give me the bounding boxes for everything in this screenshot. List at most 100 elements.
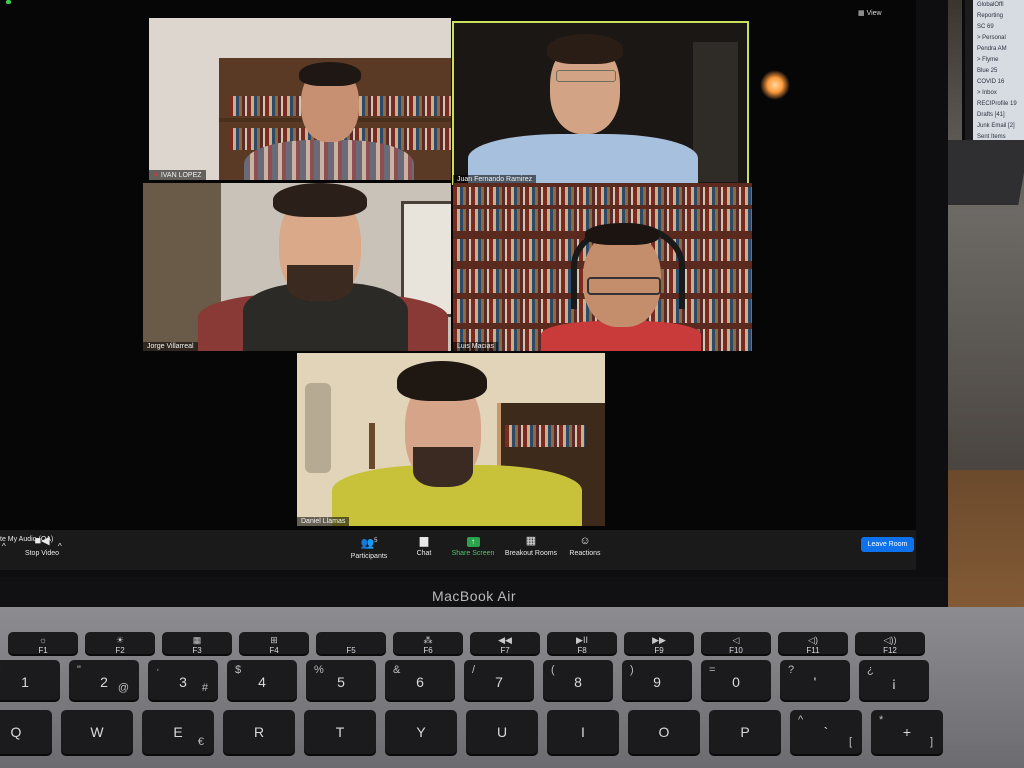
key-F11[interactable]: ◁) F11: [778, 632, 848, 655]
video-options-chevron-icon[interactable]: ^: [58, 542, 62, 551]
mail-folder-item: COVID 16: [977, 79, 1005, 85]
crucifix: [369, 423, 375, 469]
key-label: ': [813, 674, 817, 690]
key-label: F4: [269, 646, 279, 655]
key-F10[interactable]: ◁ F10: [701, 632, 771, 655]
key-7[interactable]: /7: [464, 660, 534, 700]
key-label: T: [335, 724, 345, 740]
participants-button[interactable]: 👥5 Participants: [345, 535, 393, 560]
key-F4[interactable]: ⊞ F4: [239, 632, 309, 655]
reactions-icon: ☺: [579, 535, 591, 547]
key-alt-label: [: [848, 736, 852, 748]
key-F3[interactable]: ▦ F3: [162, 632, 232, 655]
key-F8[interactable]: ▶II F8: [547, 632, 617, 655]
key-0[interactable]: = 0: [701, 660, 771, 700]
share-screen-button[interactable]: ↑ Share Screen: [449, 535, 497, 557]
key-2[interactable]: " 2 @: [69, 660, 139, 700]
key-label: F2: [115, 646, 125, 655]
participant-body: [244, 140, 414, 180]
video-tile-daniel-llamas[interactable]: Daniel Llamas: [297, 353, 605, 526]
key-9[interactable]: ) 9: [622, 660, 692, 700]
key-F12[interactable]: ◁)) F12: [855, 632, 925, 655]
key-U[interactable]: U: [466, 710, 538, 754]
key-label: 0: [732, 674, 740, 690]
key-label: F12: [883, 646, 897, 655]
key-F2[interactable]: ☀ F2: [85, 632, 155, 655]
chat-label: Chat: [416, 550, 432, 557]
breakout-rooms-button[interactable]: ▦ Breakout Rooms: [503, 535, 559, 557]
key-label: F11: [806, 646, 820, 655]
key-3[interactable]: · 3 #: [148, 660, 218, 700]
laptop-brand-label: MacBook Air: [431, 588, 517, 604]
participant-hair: [273, 183, 367, 217]
key-F5[interactable]: F5: [316, 632, 386, 655]
mail-folder-item: Reporting: [977, 13, 1004, 19]
key-E[interactable]: E €: [142, 710, 214, 754]
key-label: Q: [10, 724, 22, 740]
key-alt-label: €: [197, 736, 204, 748]
stop-video-button[interactable]: ■◀ Stop Video: [22, 535, 62, 557]
view-button[interactable]: ▦ View: [858, 9, 882, 17]
key-O[interactable]: O: [628, 710, 700, 754]
key-label: F8: [577, 646, 587, 655]
key-W[interactable]: W: [61, 710, 133, 754]
chat-button[interactable]: ▆ Chat: [410, 535, 438, 557]
key-Y[interactable]: Y: [385, 710, 457, 754]
video-tile-ivan-lopez[interactable]: ✕ IVAN LOPEZ: [149, 18, 451, 180]
key-icon: ☼: [38, 635, 48, 645]
video-tile-juan-fernando-ramirez[interactable]: Juan Fernando Ramirez: [452, 21, 749, 185]
laptop-screen-bezel: ▦ View ✕ IVAN LOPEZ Juan Fernando Ramire…: [0, 0, 948, 605]
key-Q[interactable]: Q: [0, 710, 52, 754]
key-icon: ⁂: [423, 635, 433, 645]
participant-name: Jorge Villarreal: [143, 342, 198, 351]
mail-folder-item: GlobalOffi: [977, 2, 1004, 8]
reactions-button[interactable]: ☺ Reactions: [566, 535, 604, 557]
share-screen-label: Share Screen: [451, 550, 495, 557]
zoom-window: ▦ View ✕ IVAN LOPEZ Juan Fernando Ramire…: [0, 0, 916, 570]
participants-icon: 👥5: [360, 537, 378, 550]
email-folder-list: GlobalOffi Reporting SC 69 > Personal Pendra…: [973, 0, 1024, 160]
key-icon: ◀◀: [498, 635, 512, 645]
key-label: W: [90, 724, 104, 740]
key-6[interactable]: & 6: [385, 660, 455, 700]
key-P[interactable]: P: [709, 710, 781, 754]
glasses: [556, 70, 616, 82]
key-8[interactable]: (8: [543, 660, 613, 700]
video-tile-luis-macias[interactable]: Luis Macias: [453, 183, 752, 351]
mail-folder-item: Drafts [41]: [977, 112, 1005, 118]
participant-beard: [413, 447, 473, 487]
participant-hair: [585, 223, 659, 245]
key-F9[interactable]: ▶▶ F9: [624, 632, 694, 655]
key-label: ¡: [891, 674, 897, 690]
key-1[interactable]: !1: [0, 660, 60, 700]
key-F7[interactable]: ◀◀ F7: [470, 632, 540, 655]
key-4[interactable]: $4: [227, 660, 297, 700]
key-T[interactable]: T: [304, 710, 376, 754]
key-label: R: [253, 724, 265, 740]
key-I[interactable]: I: [547, 710, 619, 754]
key-label: O: [658, 724, 670, 740]
key-'[interactable]: ? ': [780, 660, 850, 700]
key-label: Y: [416, 724, 426, 740]
key-label: U: [496, 724, 508, 740]
background-panel: [693, 42, 738, 182]
key-alt-label: #: [201, 682, 208, 694]
key-¡[interactable]: ¿ ¡: [859, 660, 929, 700]
key-label: F6: [423, 646, 433, 655]
view-label: View: [866, 10, 882, 17]
laptop-keyboard: ☼ F1 ☀ F2 ▦ F3 ⊞ F4 F5 ⁂ F6 ◀◀ F7 ▶II F8 ▶▶ F9 ◁ F10 ◁) F11 ◁…: [0, 628, 1024, 768]
key-5[interactable]: % 5: [306, 660, 376, 700]
audio-options-chevron-icon[interactable]: ^: [2, 542, 6, 551]
key-F6[interactable]: ⁂ F6: [393, 632, 463, 655]
video-tile-jorge-villarreal[interactable]: Jorge Villarreal: [143, 183, 451, 351]
key-R[interactable]: R: [223, 710, 295, 754]
participant-hair: [397, 361, 487, 401]
key-F1[interactable]: ☼ F1: [8, 632, 78, 655]
participant-name: Daniel Llamas: [297, 517, 350, 526]
key-label: P: [740, 724, 750, 740]
leave-room-button[interactable]: Leave Room: [861, 537, 914, 552]
breakout-rooms-label: Breakout Rooms: [504, 550, 558, 557]
key-`[interactable]: ^ `[: [790, 710, 862, 754]
key-+[interactable]: * +]: [871, 710, 943, 754]
mail-folder-item: SC 69: [977, 24, 994, 30]
